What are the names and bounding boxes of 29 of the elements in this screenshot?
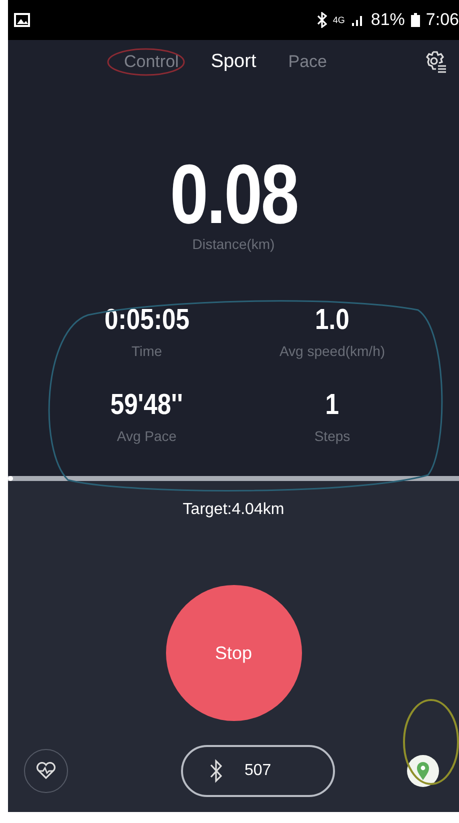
target-label: Target:4.04km bbox=[182, 500, 286, 520]
settings-icon[interactable] bbox=[423, 50, 447, 74]
image-icon bbox=[14, 13, 30, 27]
stat-value: 1 bbox=[325, 389, 340, 422]
stop-button[interactable]: Stop bbox=[166, 585, 302, 721]
stat-value: 59'48'' bbox=[110, 389, 183, 422]
bluetooth-icon bbox=[208, 759, 222, 783]
stat-label: Time bbox=[131, 343, 162, 359]
location-pin-icon bbox=[415, 761, 431, 781]
stat-value: 1.0 bbox=[315, 304, 350, 337]
network-type: 4G bbox=[332, 15, 345, 25]
tab[interactable]: Pace bbox=[272, 48, 343, 76]
battery-percent: 81% bbox=[370, 10, 405, 30]
battery-icon bbox=[410, 13, 420, 27]
stat-label: Avg speed(km/h) bbox=[279, 343, 386, 359]
distance-label: Distance(km) bbox=[192, 236, 275, 252]
stat-value: 0:05:05 bbox=[104, 304, 190, 337]
signal-icon bbox=[350, 13, 365, 27]
stat-label: Avg Pace bbox=[116, 428, 177, 444]
heart-rate-icon bbox=[36, 762, 56, 780]
tab[interactable]: Control bbox=[108, 48, 195, 76]
stat-label: Steps bbox=[314, 428, 350, 444]
device-button[interactable]: 507 bbox=[180, 745, 334, 797]
heart-rate-button[interactable] bbox=[24, 749, 68, 793]
clock: 7:06 bbox=[426, 10, 459, 30]
distance-value: 0.08 bbox=[170, 152, 298, 236]
tab[interactable]: Sport bbox=[194, 47, 272, 77]
map-button[interactable] bbox=[407, 755, 439, 787]
bluetooth-icon bbox=[316, 12, 327, 28]
